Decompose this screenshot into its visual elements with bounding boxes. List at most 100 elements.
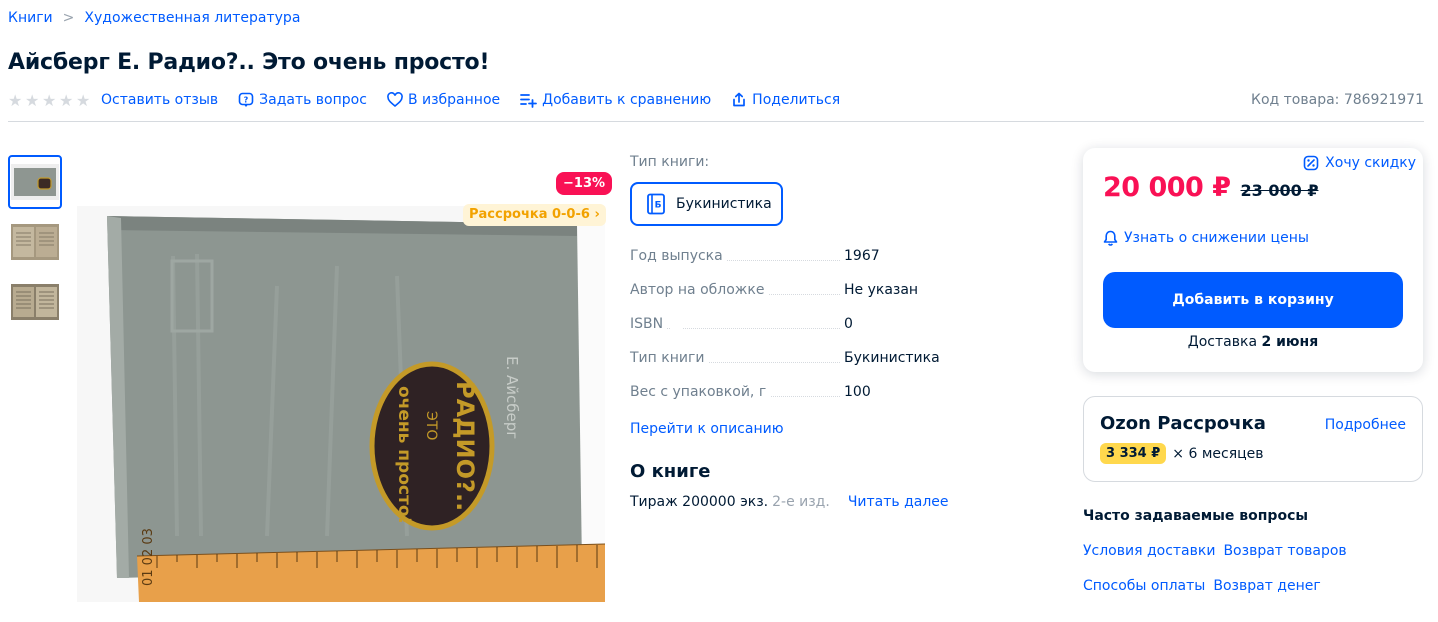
ask-question-label: Задать вопрос bbox=[259, 92, 367, 108]
want-discount-label: Хочу скидку bbox=[1325, 155, 1416, 171]
spec-value: 100 bbox=[844, 384, 871, 400]
svg-text:Е. Айсберг: Е. Айсберг bbox=[503, 356, 521, 439]
product-main-image[interactable]: Е. Айсберг РАДИО?.. ЭТО очень просто! 01… bbox=[77, 206, 605, 602]
leave-review-label: Оставить отзыв bbox=[101, 92, 219, 108]
faq-delivery-terms-link[interactable]: Условия доставки bbox=[1083, 543, 1215, 559]
faq-links-row: Способы оплаты Возврат денег bbox=[1083, 578, 1321, 594]
compare-label: Добавить к сравнению bbox=[542, 92, 712, 108]
thumbnail-list bbox=[8, 155, 62, 335]
discount-tag-icon bbox=[1303, 155, 1319, 171]
price-card: Хочу скидку 20 000 ₽ 23 000 ₽ Узнать о с… bbox=[1083, 148, 1423, 372]
svg-text:01 02 03: 01 02 03 bbox=[141, 528, 156, 586]
rating-stars: ★ ★ ★ ★ ★ bbox=[8, 90, 91, 110]
chevron-right-icon: > bbox=[62, 10, 75, 26]
favorite-link[interactable]: В избранное bbox=[387, 92, 500, 108]
about-book-faded: 2-е изд. bbox=[772, 494, 830, 510]
about-book-title: О книге bbox=[630, 461, 711, 482]
page-thumbnail bbox=[11, 224, 59, 260]
share-link[interactable]: Поделиться bbox=[731, 92, 840, 108]
svg-text:Б: Б bbox=[655, 201, 662, 211]
discount-badge: −13% bbox=[556, 172, 613, 195]
installment-more-link[interactable]: Подробнее bbox=[1325, 417, 1406, 433]
spec-key: Год выпуска bbox=[630, 248, 727, 264]
question-bubble-icon: ? bbox=[238, 92, 254, 108]
delivery-info: Доставка 2 июня bbox=[1083, 334, 1423, 350]
go-to-description-link[interactable]: Перейти к описанию bbox=[630, 421, 783, 437]
want-discount-link[interactable]: Хочу скидку bbox=[1303, 155, 1416, 171]
breadcrumb-link-books[interactable]: Книги bbox=[8, 10, 53, 26]
thumbnail-2[interactable] bbox=[8, 215, 62, 269]
star-icon: ★ bbox=[59, 90, 74, 110]
faq-payment-methods-link[interactable]: Способы оплаты bbox=[1083, 578, 1205, 594]
book-cover-photo: Е. Айсберг РАДИО?.. ЭТО очень просто! 01… bbox=[77, 206, 605, 602]
book-type-label: Тип книги: bbox=[630, 154, 710, 170]
spec-key: Автор на обложке bbox=[630, 282, 769, 298]
spec-value: 1967 bbox=[844, 248, 880, 264]
faq-title: Часто задаваемые вопросы bbox=[1083, 508, 1309, 524]
bell-icon bbox=[1103, 230, 1118, 246]
spec-key: Тип книги bbox=[630, 350, 709, 366]
delivery-prefix: Доставка bbox=[1187, 334, 1258, 350]
share-icon bbox=[731, 92, 747, 108]
faq-links-row: Условия доставки Возврат товаров bbox=[1083, 543, 1347, 559]
installment-title: Ozon Рассрочка bbox=[1100, 413, 1266, 434]
installment-card: Ozon Рассрочка Подробнее 3 334 ₽ × 6 мес… bbox=[1083, 396, 1423, 482]
installment-amount: 3 334 ₽ bbox=[1100, 443, 1167, 464]
divider bbox=[8, 121, 1424, 122]
compare-icon bbox=[520, 92, 538, 108]
old-price: 23 000 ₽ bbox=[1240, 181, 1319, 200]
star-icon: ★ bbox=[76, 90, 91, 110]
book-icon: Б bbox=[646, 193, 666, 215]
product-actions: ★ ★ ★ ★ ★ Оставить отзыв ? Задать вопрос… bbox=[8, 90, 1424, 110]
about-book-text: Тираж 200000 экз. 2-е изд. Читать далее bbox=[630, 494, 1050, 510]
spec-table: Год выпуска 1967 Автор на обложке Не ука… bbox=[630, 248, 1050, 418]
ask-question-link[interactable]: ? Задать вопрос bbox=[238, 92, 367, 108]
thumbnail-1[interactable] bbox=[8, 155, 62, 209]
breadcrumb-link-fiction[interactable]: Художественная литература bbox=[84, 10, 300, 26]
product-specs: Тип книги: Б Букинистика Год выпуска 196… bbox=[630, 154, 1050, 510]
add-to-cart-button[interactable]: Добавить в корзину bbox=[1103, 272, 1403, 328]
info-icon[interactable]: i bbox=[669, 316, 685, 332]
installment-badge[interactable]: Рассрочка 0-0-6 › bbox=[463, 204, 606, 226]
faq-returns-link[interactable]: Возврат товаров bbox=[1223, 543, 1346, 559]
spec-row-weight: Вес с упаковкой, г 100 bbox=[630, 384, 1050, 418]
spec-value: Букинистика bbox=[844, 350, 940, 366]
delivery-date: 2 июня bbox=[1261, 334, 1319, 350]
book-cover-thumbnail bbox=[11, 164, 59, 200]
svg-text:очень просто!: очень просто! bbox=[394, 386, 414, 524]
product-sku: Код товара: 786921971 bbox=[1251, 92, 1424, 108]
read-more-link[interactable]: Читать далее bbox=[848, 494, 949, 510]
spec-value: 0 bbox=[844, 316, 853, 332]
price-drop-alert-label: Узнать о снижении цены bbox=[1124, 230, 1309, 246]
current-price: 20 000 ₽ bbox=[1103, 172, 1231, 203]
price-drop-alert-link[interactable]: Узнать о снижении цены bbox=[1103, 230, 1309, 246]
spec-row-type: Тип книги Букинистика bbox=[630, 350, 1050, 384]
spec-value: Не указан bbox=[844, 282, 919, 298]
share-label: Поделиться bbox=[752, 92, 841, 108]
heart-icon bbox=[387, 92, 403, 108]
book-type-option[interactable]: Б Букинистика bbox=[630, 182, 783, 226]
svg-text:?: ? bbox=[244, 96, 249, 105]
spec-key: ISBN bbox=[630, 316, 668, 332]
faq-refund-link[interactable]: Возврат денег bbox=[1213, 578, 1320, 594]
svg-text:РАДИО?..: РАДИО?.. bbox=[451, 381, 479, 511]
leave-review-link[interactable]: Оставить отзыв bbox=[101, 92, 218, 108]
compare-link[interactable]: Добавить к сравнению bbox=[520, 92, 711, 108]
breadcrumb: Книги > Художественная литература bbox=[8, 10, 300, 26]
star-icon: ★ bbox=[42, 90, 57, 110]
book-type-option-label: Букинистика bbox=[676, 196, 772, 212]
thumbnail-3[interactable] bbox=[8, 275, 62, 329]
page-thumbnail bbox=[11, 284, 59, 320]
favorite-label: В избранное bbox=[407, 92, 501, 108]
spec-row-isbn: ISBN i 0 bbox=[630, 316, 1050, 350]
about-book-summary: Тираж 200000 экз. bbox=[630, 494, 769, 510]
svg-text:ЭТО: ЭТО bbox=[423, 411, 439, 440]
star-icon: ★ bbox=[8, 90, 23, 110]
price-row: 20 000 ₽ 23 000 ₽ bbox=[1103, 172, 1318, 203]
spec-row-author: Автор на обложке Не указан bbox=[630, 282, 1050, 316]
spec-row-year: Год выпуска 1967 bbox=[630, 248, 1050, 282]
star-icon: ★ bbox=[25, 90, 40, 110]
installment-months: × 6 месяцев bbox=[1172, 445, 1264, 462]
page-title: Айсберг Е. Радио?.. Это очень просто! bbox=[8, 50, 490, 75]
spec-key: Вес с упаковкой, г bbox=[630, 384, 771, 400]
